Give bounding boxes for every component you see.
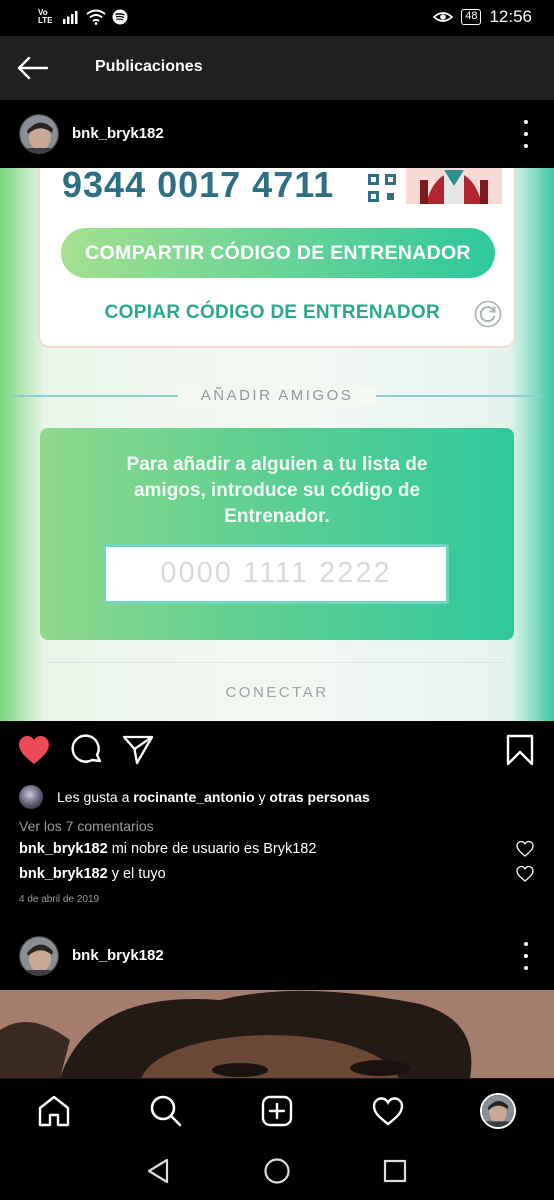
circle-home-icon [264,1158,290,1184]
volte-indicator: Vo LTE [38,8,53,25]
more-options-button[interactable] [520,942,532,970]
home-icon [38,1095,70,1127]
eye-comfort-icon [433,12,454,22]
comment-button[interactable] [70,733,104,767]
dot-icon [524,132,528,136]
refresh-icon [474,300,502,328]
trainer-avatar [406,168,502,204]
other-likers-link[interactable]: otras personas [269,789,369,805]
comment-item: bnk_bryk182 mi nobre de usuario es Bryk1… [19,841,499,857]
comment-text: y el tuyo [107,866,166,882]
triangle-back-icon [147,1158,169,1184]
app-bar: Publicaciones [0,36,554,100]
more-options-button[interactable] [520,120,532,148]
comment-like-icon[interactable] [516,865,534,883]
comment-username[interactable]: bnk_bryk182 [19,841,108,857]
bottom-navigation [0,1078,554,1142]
status-bar: Vo LTE 48 12:56 [0,0,554,36]
battery-indicator: 48 [461,9,482,25]
send-icon [122,735,154,765]
signal-icon [63,11,78,24]
add-friends-box: Para añadir a alguien a tu lista de amig… [40,428,514,640]
qr-code-icon [368,174,396,202]
comment-like-icon[interactable] [516,840,534,858]
likes-summary[interactable]: Les gusta a rocinante_antonio y otras pe… [19,784,370,810]
dot-icon [524,144,528,148]
post-username[interactable]: bnk_bryk182 [72,947,164,964]
save-button[interactable] [503,733,537,767]
nav-add-post[interactable] [259,1093,295,1129]
heart-filled-icon [19,736,49,764]
liker-username[interactable]: rocinante_antonio [133,789,254,805]
post-image[interactable]: 9344 0017 4711 COMPARTIR CÓDIGO DE ENTRE… [0,168,554,721]
spotify-icon [112,9,128,25]
liker-avatar [19,785,43,809]
dot-icon [524,966,528,970]
system-recents-button[interactable] [381,1157,409,1185]
share-trainer-code-button: COMPARTIR CÓDIGO DE ENTRENADOR [61,228,495,278]
page-title: Publicaciones [95,58,203,75]
copy-trainer-code-button: COPIAR CÓDIGO DE ENTRENADOR [104,302,440,323]
avatar[interactable] [19,936,59,976]
wifi-icon [86,9,106,25]
system-home-button[interactable] [263,1157,291,1185]
post-header: bnk_bryk182 [0,922,554,990]
post-image[interactable] [0,990,554,1078]
arrow-left-icon [17,56,48,80]
post-header: bnk_bryk182 [0,100,554,168]
square-recents-icon [383,1159,407,1183]
trainer-code-card: 9344 0017 4711 COMPARTIR CÓDIGO DE ENTRE… [38,168,516,348]
nav-profile[interactable] [480,1093,516,1129]
connect-label: CONECTAR [225,684,329,701]
comment-username[interactable]: bnk_bryk182 [19,866,108,882]
heart-outline-icon [372,1097,404,1126]
post-actions [0,721,554,781]
system-back-button[interactable] [144,1157,172,1185]
trainer-code-field: 0000 1111 2222 [103,544,449,604]
back-button[interactable] [12,50,52,86]
add-friends-heading: AÑADIR AMIGOS [178,386,376,406]
share-button[interactable] [121,733,155,767]
trainer-code: 9344 0017 4711 [62,168,335,205]
comment-icon [71,734,102,763]
nav-search[interactable] [148,1093,184,1129]
bookmark-icon [506,734,534,766]
like-button[interactable] [17,733,51,767]
comment-item: bnk_bryk182 y el tuyo [19,866,499,882]
comment-text: mi nobre de usuario es Bryk182 [107,841,317,857]
clock: 12:56 [489,7,532,26]
add-friends-instructions: Para añadir a alguien a tu lista de amig… [126,454,428,527]
view-comments-link[interactable]: Ver los 7 comentarios [19,818,154,834]
dot-icon [524,120,528,124]
nav-activity[interactable] [370,1093,406,1129]
search-icon [150,1095,182,1127]
dot-icon [524,954,528,958]
add-post-icon [261,1095,293,1127]
system-navigation [0,1142,554,1200]
nav-home[interactable] [36,1093,72,1129]
dot-icon [524,942,528,946]
connect-divider [46,662,506,663]
post-date: 4 de abril de 2019 [19,894,100,905]
avatar [480,1093,516,1129]
avatar[interactable] [19,114,59,154]
post-username[interactable]: bnk_bryk182 [72,125,164,142]
